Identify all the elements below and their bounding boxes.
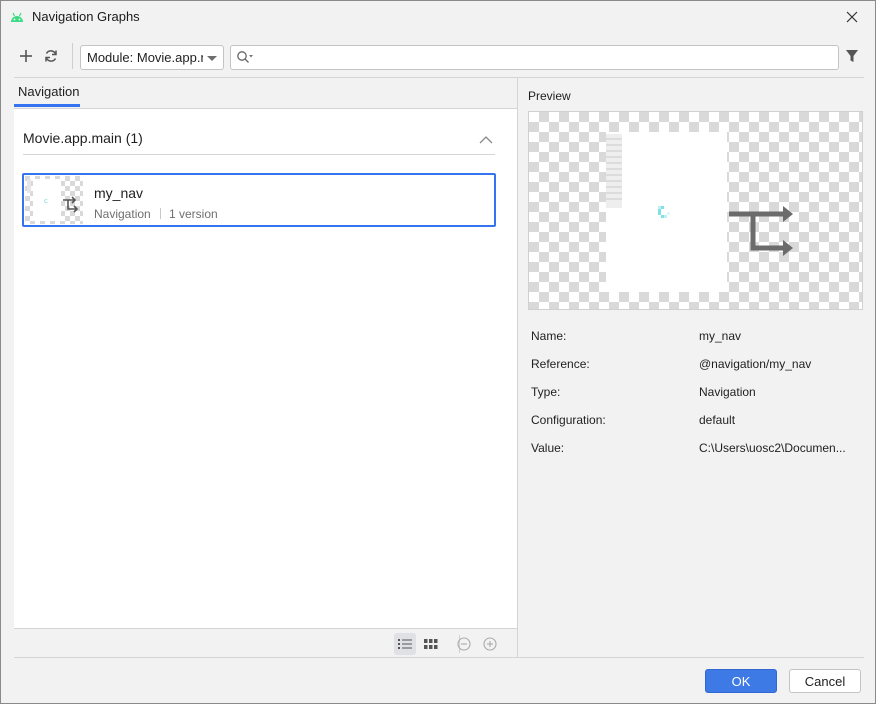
cancel-button[interactable]: Cancel [789,669,861,693]
chevron-up-icon[interactable] [479,133,493,144]
resource-list-panel: Navigation Movie.app.main (1) c my_nav N… [14,78,517,657]
list-item[interactable]: c my_nav Navigation 1 version [22,173,496,227]
search-input[interactable] [257,48,832,67]
resource-name: my_nav [94,185,144,201]
toolbar-separator [72,43,73,69]
property-key: Type: [531,385,561,399]
refresh-icon[interactable] [41,46,61,66]
close-button[interactable] [829,1,875,33]
navigation-graphs-dialog: Navigation Graphs Module: Movie.app. Nav… [0,0,876,704]
chevron-down-icon [207,56,217,61]
tab-active-indicator [14,104,80,107]
property-row: Name: my_nav [531,323,866,343]
zoom-out-icon[interactable] [453,633,475,655]
property-value: default [699,413,736,427]
window-title: Navigation Graphs [32,9,140,24]
filter-icon[interactable] [845,49,859,63]
plus-icon[interactable] [16,46,36,66]
zoom-in-icon[interactable] [479,633,501,655]
property-row: Reference: @navigation/my_nav [531,351,866,371]
preview-image [528,111,863,310]
toolbar: Module: Movie.app.main [1,41,875,75]
group-header[interactable]: Movie.app.main (1) [23,130,143,146]
property-key: Value: [531,441,565,455]
resource-version: 1 version [169,207,218,221]
property-row: Type: Navigation [531,379,866,399]
property-value: my_nav [699,329,742,343]
property-value: Navigation [699,385,756,399]
preview-screen [606,132,727,292]
property-row: Configuration: default [531,407,866,427]
ok-button[interactable]: OK [705,669,777,693]
group-title: Movie.app.main [23,130,122,146]
module-select[interactable]: Module: Movie.app.main [80,45,224,70]
close-icon [846,11,858,23]
group-count: (1) [125,130,143,146]
search-box[interactable] [230,45,839,70]
android-icon [9,10,25,24]
meta-separator [160,208,161,219]
action-arrows-icon [729,206,793,256]
nav-graph-thumbnail: c [25,176,83,224]
property-value: C:\Users\uosc2\Documen... [699,441,846,455]
resource-type: Navigation [94,207,151,221]
grid-view-icon[interactable] [420,633,442,655]
resource-list: Movie.app.main (1) c my_nav Navigation 1… [14,109,517,628]
search-icon [236,50,254,66]
property-key: Name: [531,329,567,343]
preview-label: Preview [528,89,571,103]
view-options-bar [14,628,517,657]
property-row: Value: C:\Users\uosc2\Documen... [531,435,866,455]
property-key: Configuration: [531,413,606,427]
footer-divider [14,657,864,658]
module-select-value: Module: Movie.app.main [87,50,203,65]
group-divider [23,154,495,155]
svg-text:c: c [44,197,48,205]
list-view-icon[interactable] [394,633,416,655]
property-key: Reference: [531,357,590,371]
panel-divider [517,78,518,657]
title-bar: Navigation Graphs [1,1,875,33]
property-value: @navigation/my_nav [699,357,812,371]
